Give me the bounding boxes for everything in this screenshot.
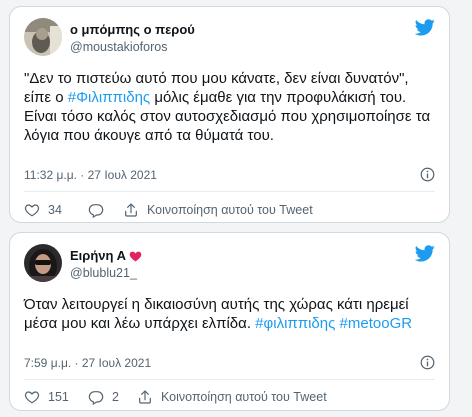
like-button[interactable]: 34 — [24, 202, 88, 218]
timestamp-link[interactable]: 7:59 μ.μ. · 27 Ιουλ 2021 — [24, 356, 151, 370]
share-icon — [139, 390, 151, 404]
heart-outline-icon — [24, 204, 40, 217]
info-icon[interactable] — [420, 355, 435, 370]
reply-icon — [88, 204, 104, 218]
author-name[interactable]: ο μπόμπης ο περού — [70, 22, 195, 37]
tweet-card[interactable]: ο μπόμπης ο περού @moustakioforos "Δεν τ… — [9, 6, 450, 223]
reply-button[interactable] — [88, 202, 123, 218]
author-handle[interactable]: @blublu21_ — [70, 266, 137, 280]
tweet-text: Όταν λειτουργεί η δικαιοσύνη αυτής της χ… — [24, 295, 439, 333]
like-count: 151 — [48, 390, 69, 404]
timestamp-link[interactable]: 11:32 μ.μ. · 27 Ιουλ 2021 — [24, 168, 157, 182]
tweet-actions: 34 Κοινοποίηση αυτού του Tweet — [24, 200, 435, 220]
divider — [24, 379, 435, 380]
twitter-bird-icon[interactable] — [415, 245, 435, 262]
heart-outline-icon — [24, 391, 40, 404]
hashtag-link[interactable]: #metooGR — [340, 315, 413, 332]
info-icon[interactable] — [420, 167, 435, 182]
tweet-card[interactable]: Ειρήνη Α @blublu21_ Όταν λειτουργεί η δι… — [9, 232, 450, 411]
like-button[interactable]: 151 — [24, 389, 88, 405]
share-label: Κοινοποίηση αυτού του Tweet — [161, 390, 327, 404]
author-handle[interactable]: @moustakioforos — [70, 40, 167, 54]
hashtag-link[interactable]: #φιλιππιδης — [255, 315, 335, 332]
share-button[interactable]: Κοινοποίηση αυτού του Tweet — [137, 389, 327, 405]
divider — [24, 191, 435, 192]
tweet-actions: 151 2 Κοινοποίηση αυτού του Tweet — [24, 387, 435, 407]
share-button[interactable]: Κοινοποίηση αυτού του Tweet — [123, 202, 313, 218]
author-name-row: Ειρήνη Α — [70, 248, 142, 263]
tweet-text-line: Είναι τόσο καλός στον αυτοσχεδιασμό που … — [24, 108, 431, 144]
share-icon — [125, 203, 137, 217]
tweet-text-part: μόλις έμαθε για την προφυλάκισή του. — [150, 89, 407, 106]
hashtag-link[interactable]: #Φιλιππιδης — [68, 89, 150, 106]
avatar[interactable] — [24, 18, 62, 56]
tweet-text: "Δεν το πιστεύω αυτό που μου κάνατε, δεν… — [24, 69, 439, 145]
reply-button[interactable]: 2 — [88, 389, 123, 405]
avatar[interactable] — [24, 244, 62, 282]
reply-icon — [88, 391, 104, 405]
author-name[interactable]: Ειρήνη Α — [70, 248, 126, 263]
reply-count: 2 — [112, 390, 119, 404]
like-count: 34 — [48, 203, 62, 217]
heart-icon — [129, 251, 142, 261]
share-label: Κοινοποίηση αυτού του Tweet — [147, 203, 313, 217]
twitter-bird-icon[interactable] — [415, 19, 435, 36]
